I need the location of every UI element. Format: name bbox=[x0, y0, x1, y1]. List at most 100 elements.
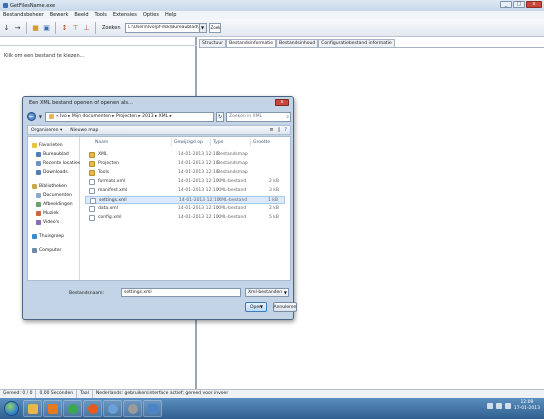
tree-icon[interactable]: ↕ bbox=[60, 23, 69, 32]
file-type: XML-bestand bbox=[217, 215, 247, 220]
nav-item[interactable]: Video's bbox=[36, 220, 59, 225]
dialog-close-button[interactable]: x bbox=[275, 99, 289, 106]
branch-icon[interactable]: ⊤ bbox=[71, 23, 80, 32]
nav-item[interactable]: Thuisgroep bbox=[32, 234, 64, 239]
nav-item-icon bbox=[32, 143, 37, 148]
search-input[interactable]: Zoeken in XML ⌕ bbox=[226, 111, 292, 122]
redo-icon[interactable]: → bbox=[13, 23, 22, 32]
close-button[interactable]: x bbox=[526, 1, 542, 8]
network-tray-icon[interactable] bbox=[504, 403, 511, 409]
file-name: XML bbox=[98, 152, 108, 157]
view-controls: ≡ ▯ ? bbox=[269, 127, 287, 133]
maximize-button[interactable]: □ bbox=[513, 1, 525, 8]
history-chevron-icon[interactable]: ▼ bbox=[38, 112, 43, 122]
search-label: Zoeken bbox=[102, 24, 121, 31]
file-name: Tools bbox=[98, 170, 110, 175]
taskbar-app-firefox[interactable] bbox=[83, 400, 102, 417]
file-name: settings.xml bbox=[99, 198, 127, 203]
taskbar-app-explorer[interactable] bbox=[23, 400, 42, 417]
tab-file-content[interactable]: Bestandsinhoud bbox=[276, 39, 319, 47]
menu-view[interactable]: Beeld bbox=[74, 12, 88, 18]
menu-file[interactable]: Bestandsbeheer bbox=[3, 12, 44, 18]
nav-item[interactable]: Documenten bbox=[36, 193, 72, 198]
open-button[interactable]: Open ▼ bbox=[245, 302, 267, 312]
nav-item-label: Thuisgroep bbox=[39, 234, 65, 239]
nav-item[interactable]: Muziek bbox=[36, 211, 59, 216]
nav-item[interactable]: Afbeeldingen bbox=[36, 202, 73, 207]
firefox-icon bbox=[87, 403, 98, 414]
nav-item[interactable]: Bibliotheken bbox=[32, 184, 67, 189]
column-header-date[interactable]: Gewijzigd op bbox=[174, 140, 203, 145]
cancel-button[interactable]: Annuleren bbox=[273, 302, 297, 312]
help-icon[interactable]: ? bbox=[284, 127, 287, 133]
menu-tools[interactable]: Tools bbox=[95, 12, 107, 18]
path-combo[interactable]: C:\Users\Ivo\pf-dsk\Bureaublad\ ▼ bbox=[124, 22, 207, 33]
nav-item-icon bbox=[36, 220, 41, 225]
nav-item[interactable]: Bureaublad bbox=[36, 152, 69, 157]
address-row: ← ▼ « Ivo ▸ Mijn documenten ▸ Projecten … bbox=[27, 111, 292, 122]
column-separator bbox=[210, 139, 211, 146]
node-icon[interactable]: ⊥ bbox=[82, 23, 91, 32]
file-row[interactable]: Tools 14-01-2013 12:10 Bestandsmap bbox=[85, 169, 285, 177]
undo-icon[interactable]: ↓ bbox=[2, 23, 11, 32]
organize-button[interactable]: Organiseren ▾ bbox=[31, 128, 62, 133]
start-button[interactable] bbox=[4, 401, 19, 416]
volume-icon[interactable] bbox=[495, 403, 502, 409]
menu-edit[interactable]: Bewerk bbox=[50, 12, 69, 18]
chevron-down-icon[interactable]: ▼ bbox=[198, 23, 206, 32]
file-row[interactable]: formats.xml 14-01-2013 12:10 XML-bestand 2 … bbox=[85, 178, 285, 186]
nav-item[interactable]: Favorieten bbox=[32, 143, 63, 148]
menu-options[interactable]: Opties bbox=[143, 12, 159, 18]
file-type: Bestandsmap bbox=[217, 152, 248, 157]
filetype-select[interactable]: Xml-bestanden ▼ bbox=[245, 288, 289, 297]
back-icon[interactable]: ← bbox=[27, 112, 36, 121]
address-bar[interactable]: « Ivo ▸ Mijn documenten ▸ Projecten ▸ 20… bbox=[44, 111, 215, 122]
nav-item-label: Bureaublad bbox=[43, 152, 69, 157]
taskbar-app-chrome[interactable] bbox=[63, 400, 82, 417]
refresh-icon[interactable]: ↻ bbox=[216, 111, 225, 122]
tab-config-info[interactable]: Configuratiebestand informatie bbox=[318, 39, 395, 47]
taskbar-app-network[interactable] bbox=[103, 400, 122, 417]
preview-pane-icon[interactable]: ▯ bbox=[278, 127, 281, 133]
file-size: 2 kB bbox=[269, 206, 279, 211]
taskbar-app-getfiles[interactable] bbox=[143, 400, 162, 417]
clock[interactable]: 12:09 17-01-2013 bbox=[514, 400, 540, 412]
taskbar-app-media[interactable] bbox=[43, 400, 62, 417]
nav-item-icon bbox=[36, 161, 41, 166]
taskbar-app-settings[interactable] bbox=[123, 400, 142, 417]
nav-item[interactable]: Downloads bbox=[36, 170, 68, 175]
new-folder-button[interactable]: Nieuwe map bbox=[70, 128, 98, 133]
file-date: 14-01-2013 12:10 bbox=[178, 215, 219, 220]
file-row[interactable]: Projecten 14-01-2013 12:10 Bestandsmap bbox=[85, 160, 285, 168]
file-name: data.xml bbox=[98, 206, 118, 211]
nav-item-icon bbox=[36, 211, 41, 216]
file-row[interactable]: XML 14-01-2013 12:10 Bestandsmap bbox=[85, 151, 285, 159]
tab-structure[interactable]: Structuur bbox=[199, 39, 227, 47]
view-mode-icon[interactable]: ≡ bbox=[269, 127, 273, 133]
minimize-button[interactable]: _ bbox=[500, 1, 512, 8]
filetype-value: Xml-bestanden bbox=[248, 290, 283, 295]
filename-label: Bestandsnaam: bbox=[69, 291, 105, 296]
nav-item[interactable]: Computer bbox=[32, 248, 61, 253]
clock-time: 12:09 bbox=[520, 400, 534, 405]
file-list: Naam Gewijzigd op Type Grootte XML 14-01-… bbox=[81, 137, 290, 280]
file-row[interactable]: data.xml 14-01-2013 12:10 XML-bestand 2 kB bbox=[85, 205, 285, 213]
file-name: manifest.xml bbox=[98, 188, 128, 193]
chevron-down-icon[interactable]: ▼ bbox=[260, 304, 263, 309]
save-icon[interactable]: ▣ bbox=[42, 23, 51, 32]
zoom-combo[interactable]: Zoek bbox=[208, 22, 221, 33]
column-header-size[interactable]: Grootte bbox=[253, 140, 270, 145]
filename-input[interactable]: settings.xml bbox=[121, 288, 241, 297]
menu-extensions[interactable]: Extensies bbox=[113, 12, 137, 18]
tab-file-info[interactable]: Bestandsinformatie bbox=[226, 39, 277, 47]
open-folder-icon[interactable]: ■ bbox=[31, 23, 40, 32]
menubar: Bestandsbeheer Bewerk Beeld Tools Extens… bbox=[0, 11, 544, 19]
file-row[interactable]: settings.xml 14-01-2013 12:10 XML-bestand 1… bbox=[85, 196, 285, 204]
file-row[interactable]: manifest.xml 14-01-2013 12:10 XML-bestand 3… bbox=[85, 187, 285, 195]
flag-icon[interactable] bbox=[486, 403, 493, 409]
file-row[interactable]: config.xml 14-01-2013 12:10 XML-bestand 5 k… bbox=[85, 214, 285, 222]
column-header-name[interactable]: Naam bbox=[95, 140, 108, 145]
menu-help[interactable]: Help bbox=[165, 12, 176, 18]
nav-item[interactable]: Recente locaties bbox=[36, 161, 80, 166]
column-header-type[interactable]: Type bbox=[213, 140, 223, 145]
